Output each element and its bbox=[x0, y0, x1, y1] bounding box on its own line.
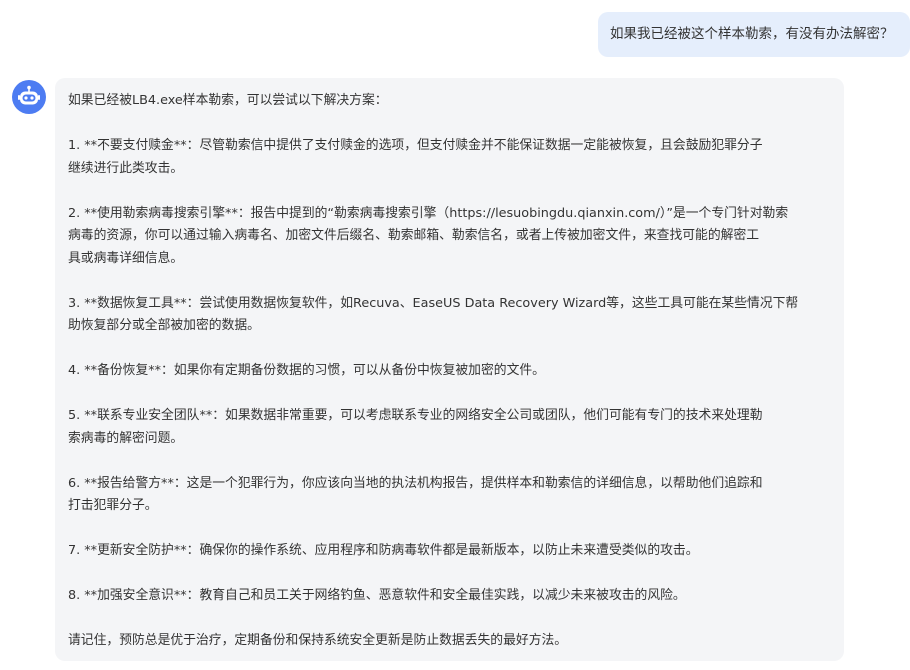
chat-container: 如果我已经被这个样本勒索，有没有办法解密？ 如果已经被LB4.exe样本勒索，可… bbox=[0, 0, 910, 670]
outro-line: 请记住，预防总是优于治疗，定期备份和保持系统安全更新是防止数据丢失的最好方法。 bbox=[68, 633, 568, 648]
item-2-line-2: 病毒的资源，你可以通过输入病毒名、加密文件后缀名、勒索邮箱、勒索信名，或者上传被… bbox=[68, 228, 760, 243]
item-5-line-1: 5. **联系专业安全团队**：如果数据非常重要，可以考虑联系专业的网络安全公司… bbox=[68, 408, 763, 423]
item-7-line-1: 7. **更新安全防护**：确保你的操作系统、应用程序和防病毒软件都是最新版本，… bbox=[68, 543, 699, 558]
item-1-line-2: 继续进行此类攻击。 bbox=[68, 160, 184, 176]
item-2-line-3: 具或病毒详细信息。 bbox=[68, 250, 184, 266]
item-8-line-1: 8. **加强安全意识**：教育自己和员工关于网络钓鱼、恶意软件和安全最佳实践，… bbox=[68, 588, 686, 603]
item-6-line-2: 打击犯罪分子。 bbox=[68, 498, 158, 513]
robot-icon bbox=[18, 85, 40, 105]
assistant-avatar bbox=[12, 80, 46, 114]
user-message-bubble: 如果我已经被这个样本勒索，有没有办法解密？ bbox=[598, 12, 910, 57]
assistant-message-bubble: 如果已经被LB4.exe样本勒索，可以尝试以下解决方案： 1. **不要支付赎金… bbox=[55, 78, 844, 661]
item-3-line-2: 助恢复部分或全部被加密的数据。 bbox=[68, 318, 260, 333]
item-1-line-1: 1. **不要支付赎金**：尽管勒索信中提供了支付赎金的选项，但支付赎金并不能保… bbox=[68, 138, 763, 153]
intro-line: 如果已经被LB4.exe样本勒索，可以尝试以下解决方案： bbox=[68, 93, 388, 108]
item-6-line-1: 6. **报告给警方**：这是一个犯罪行为，你应该向当地的执法机构报告，提供样本… bbox=[68, 475, 763, 491]
item-2-line-1: 2. **使用勒索病毒搜索引擎**：报告中提到的“勒索病毒搜索引擎（https:… bbox=[68, 205, 789, 221]
user-message-text: 如果我已经被这个样本勒索，有没有办法解密？ bbox=[610, 26, 894, 42]
item-3-line-1: 3. **数据恢复工具**：尝试使用数据恢复软件，如Recuva、EaseUS … bbox=[68, 295, 799, 311]
item-5-line-2: 索病毒的解密问题。 bbox=[68, 430, 184, 446]
item-4-line-1: 4. **备份恢复**：如果你有定期备份数据的习惯，可以从备份中恢复被加密的文件… bbox=[68, 363, 545, 378]
